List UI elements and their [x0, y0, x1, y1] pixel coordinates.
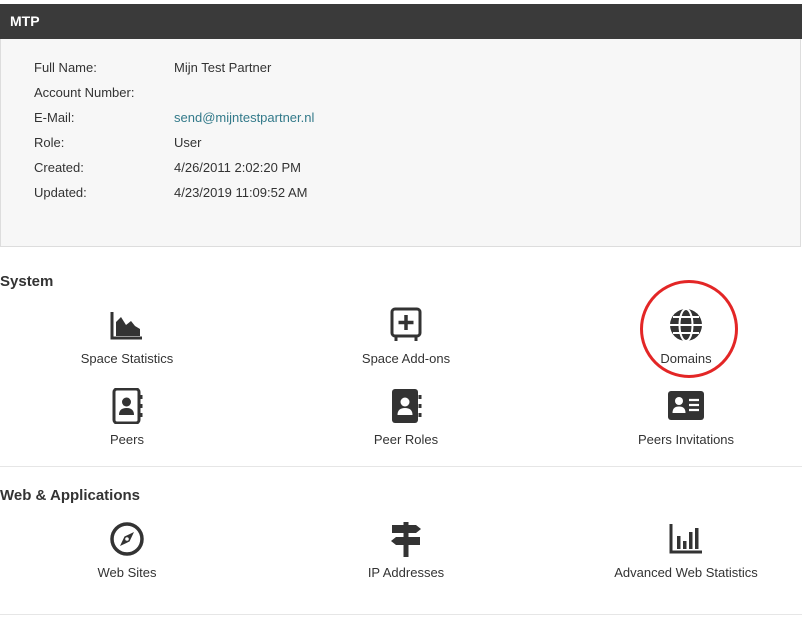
web-section-title: Web & Applications: [0, 487, 141, 504]
ip-addresses-tile[interactable]: IP Addresses: [296, 521, 516, 593]
tile-label: Advanced Web Statistics: [614, 565, 758, 580]
info-value: 4/23/2019 11:09:52 AM: [174, 185, 308, 200]
info-value: 4/26/2011 2:02:20 PM: [174, 160, 301, 175]
tile-label: Space Statistics: [80, 351, 174, 366]
tile-label: Web Sites: [97, 565, 157, 580]
header-title: MTP: [10, 13, 40, 29]
info-label: Role:: [34, 135, 65, 150]
space-addons-tile[interactable]: Space Add-ons: [296, 307, 516, 379]
info-label: E-Mail:: [34, 110, 75, 125]
bar-chart-icon: [668, 521, 704, 557]
tile-label: Peer Roles: [373, 432, 439, 447]
system-section-title: System: [0, 273, 54, 290]
peers-tile[interactable]: Peers: [17, 388, 237, 460]
plus-square-icon: [388, 307, 424, 343]
tile-label: IP Addresses: [367, 565, 445, 580]
compass-icon: [109, 521, 145, 557]
account-info-panel: Full Name: Mijn Test Partner Account Num…: [0, 39, 801, 247]
info-label: Updated:: [34, 185, 87, 200]
info-value: Mijn Test Partner: [174, 60, 272, 75]
tile-label: Space Add-ons: [361, 351, 451, 366]
info-label: Created:: [34, 160, 84, 175]
page-header: MTP: [0, 4, 802, 39]
info-value: User: [174, 135, 202, 150]
section-divider: [0, 466, 802, 467]
section-divider: [0, 614, 802, 615]
web-sites-tile[interactable]: Web Sites: [17, 521, 237, 593]
peer-roles-tile[interactable]: Peer Roles: [296, 388, 516, 460]
domains-tile[interactable]: Domains: [576, 307, 796, 379]
advanced-web-statistics-tile[interactable]: Advanced Web Statistics: [576, 521, 796, 593]
tile-label: Domains: [660, 351, 712, 366]
id-card-icon: [668, 388, 704, 424]
space-statistics-tile[interactable]: Space Statistics: [17, 307, 237, 379]
tile-label: Peers Invitations: [637, 432, 735, 447]
tile-label: Peers: [110, 432, 144, 447]
peers-invitations-tile[interactable]: Peers Invitations: [576, 388, 796, 460]
signpost-icon: [388, 521, 424, 557]
email-link[interactable]: send@mijntestpartner.nl: [174, 108, 314, 128]
info-label: Full Name:: [34, 60, 97, 75]
area-chart-icon: [109, 307, 145, 343]
contact-book-icon: [109, 388, 145, 424]
info-label: Account Number:: [34, 85, 135, 100]
globe-icon: [668, 307, 704, 343]
contact-book-solid-icon: [388, 388, 424, 424]
